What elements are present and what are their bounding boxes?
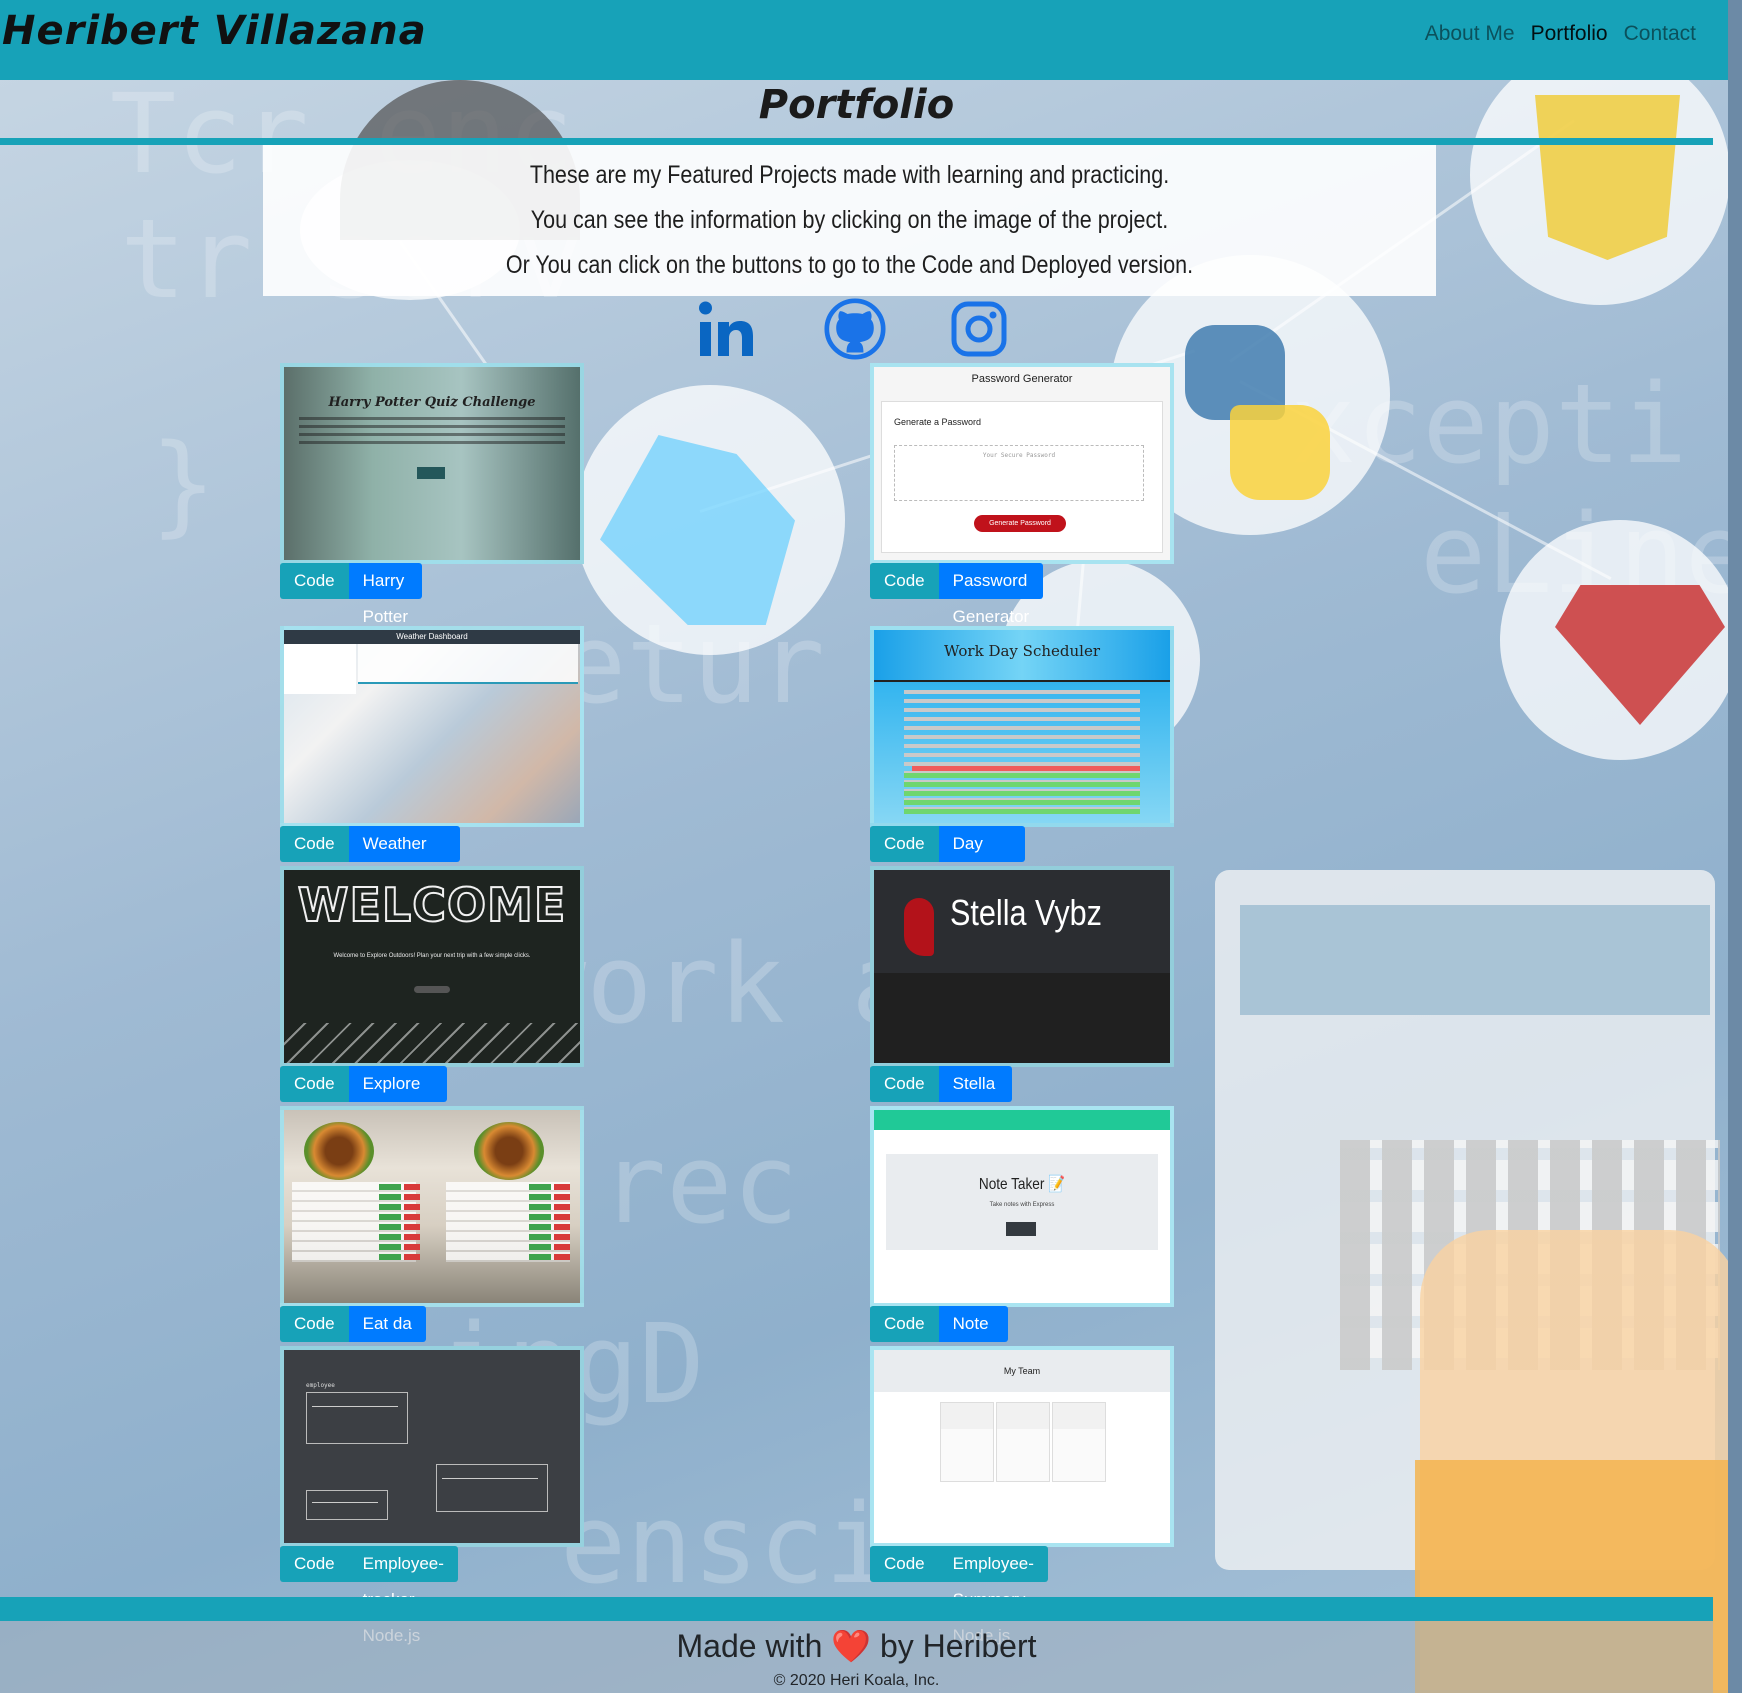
intro-box: These are my Featured Projects made with… <box>263 145 1436 296</box>
brand-logo[interactable]: Heribert Villazana <box>2 8 427 54</box>
demo-button[interactable]: Eat da burger <box>348 1306 426 1369</box>
project-screenshot[interactable]: Password Generator Generate a Password Y… <box>870 363 1174 564</box>
code-button[interactable]: Code <box>280 563 349 599</box>
project-screenshot[interactable]: Work Day Scheduler <box>870 626 1174 827</box>
project-screenshot[interactable]: My Team <box>870 1346 1174 1547</box>
project-screenshot[interactable]: Harry Potter Quiz Challenge <box>280 363 584 564</box>
project-screenshot[interactable]: employee <box>280 1346 584 1547</box>
footer-divider <box>0 1597 1713 1621</box>
code-button[interactable]: Code <box>280 826 349 862</box>
code-button[interactable]: Code <box>870 1306 939 1342</box>
intro-line-3: Or You can click on the buttons to go to… <box>505 251 1194 279</box>
intro-line-1: These are my Featured Projects made with… <box>529 161 1170 189</box>
demo-button[interactable]: Employee-tracker Node.js <box>348 1546 458 1645</box>
code-button[interactable]: Code <box>280 1306 349 1342</box>
demo-button[interactable]: Explore Outdoors <box>348 1066 447 1129</box>
nav-contact[interactable]: Contact <box>1616 22 1704 46</box>
title-divider <box>0 138 1713 145</box>
github-icon[interactable] <box>822 298 888 360</box>
instagram-icon[interactable] <box>950 298 1008 360</box>
code-button[interactable]: Code <box>870 1066 939 1102</box>
demo-button[interactable]: Password Generator <box>938 563 1044 626</box>
linkedin-icon[interactable] <box>696 298 758 360</box>
code-button[interactable]: Code <box>280 1066 349 1102</box>
nav-links: About Me Portfolio Contact <box>1417 22 1704 46</box>
demo-button[interactable]: Stella Vybzz <box>938 1066 1013 1129</box>
copyright: © 2020 Heri Koala, Inc. <box>773 1672 940 1689</box>
navbar: Heribert Villazana About Me Portfolio Co… <box>0 0 1728 80</box>
demo-button[interactable]: Harry Potter Quiz <box>348 563 422 662</box>
demo-button[interactable]: Note Taker <box>938 1306 1009 1369</box>
demo-button[interactable]: Weather Dashboard <box>348 826 460 889</box>
nav-portfolio[interactable]: Portfolio <box>1523 22 1616 46</box>
demo-button[interactable]: Employee-Summary Node.js <box>938 1546 1048 1645</box>
made-by-text: by Heribert <box>879 1628 1037 1664</box>
footer-made-with: Made with ❤️ by Heribert <box>0 1627 1713 1665</box>
code-button[interactable]: Code <box>870 1546 939 1582</box>
intro-line-2: You can see the information by clicking … <box>530 206 1169 234</box>
footer: Made with ❤️ by Heribert © 2020 Heri Koa… <box>0 1621 1713 1693</box>
demo-button[interactable]: Day Planner <box>938 826 1026 889</box>
project-screenshot[interactable]: Stella Vybz <box>870 866 1174 1067</box>
made-with-text: Made with <box>676 1628 823 1664</box>
code-button[interactable]: Code <box>870 563 939 599</box>
code-button[interactable]: Code <box>870 826 939 862</box>
project-screenshot[interactable] <box>280 1106 584 1307</box>
heart-icon: ❤️ <box>831 1628 872 1664</box>
project-screenshot[interactable]: WELCOME Welcome to Explore Outdoors! Pla… <box>280 866 584 1067</box>
title-section: Portfolio <box>0 80 1713 140</box>
code-button[interactable]: Code <box>280 1546 349 1582</box>
page-title: Portfolio <box>758 82 955 128</box>
nav-about-me[interactable]: About Me <box>1417 22 1523 46</box>
project-screenshot[interactable]: Weather Dashboard <box>280 626 584 827</box>
project-screenshot[interactable]: Note Taker 📝 Take notes with Express <box>870 1106 1174 1307</box>
